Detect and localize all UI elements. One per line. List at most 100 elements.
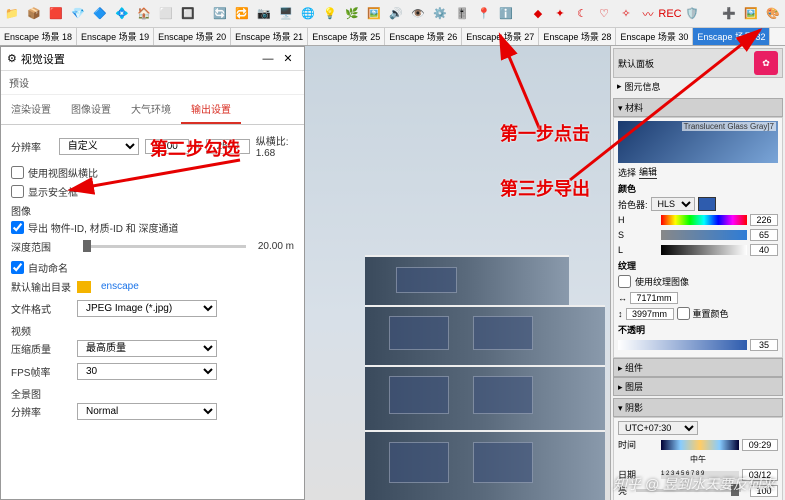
cb-safeframe[interactable]: [11, 185, 24, 198]
compress-label: 压缩质量: [11, 341, 71, 356]
resolution-label: 分辨率: [11, 139, 53, 154]
timezone-select[interactable]: UTC+07:30: [618, 421, 698, 435]
toolbar-icon[interactable]: ℹ️: [496, 4, 516, 24]
shadow-section-title[interactable]: ▾ 阴影: [613, 398, 783, 417]
panel-titlebar: ⚙ 视觉设置 — ✕: [1, 47, 304, 71]
scene-tab[interactable]: Enscape 场景 20: [154, 28, 231, 45]
toolbar-icon[interactable]: 💎: [68, 4, 88, 24]
cb-export-ids[interactable]: [11, 221, 24, 234]
toolbar-icon[interactable]: 🔊: [386, 4, 406, 24]
scene-tab[interactable]: Enscape 场景 26: [385, 28, 462, 45]
scene-tab[interactable]: Enscape 场景 19: [77, 28, 154, 45]
texture-section: 纹理: [618, 259, 778, 272]
toolbar-icon[interactable]: ☾: [572, 4, 592, 24]
scene-tab[interactable]: Enscape 场景 30: [616, 28, 693, 45]
toolbar-icon[interactable]: 🎚️: [452, 4, 472, 24]
resolution-mode-select[interactable]: 自定义: [59, 138, 139, 155]
toolbar-icon[interactable]: 🌐: [298, 4, 318, 24]
toolbar-icon[interactable]: 📍: [474, 4, 494, 24]
time-slider[interactable]: [661, 440, 739, 450]
time-input[interactable]: [742, 439, 778, 451]
tray-header: 默认面板 ✿: [613, 48, 783, 78]
depth-value: 20.00 m: [258, 241, 294, 252]
folder-icon[interactable]: [77, 281, 91, 293]
toolbar-icon[interactable]: 🟥: [46, 4, 66, 24]
cb-use-texture[interactable]: [618, 275, 631, 288]
toolbar-icon[interactable]: ➕: [719, 4, 739, 24]
edit-tab[interactable]: 编辑: [639, 165, 657, 179]
opacity-input[interactable]: [750, 339, 778, 351]
toolbar-icon[interactable]: 🏠: [134, 4, 154, 24]
opacity-slider[interactable]: [618, 340, 747, 350]
s-input[interactable]: [750, 229, 778, 241]
lig-slider[interactable]: [661, 245, 747, 255]
toolbar-icon[interactable]: 📷: [254, 4, 274, 24]
preset-label: 预设: [1, 71, 304, 95]
toolbar-icon[interactable]: ⬜: [156, 4, 176, 24]
cb-viewport-ratio[interactable]: [11, 166, 24, 179]
component-section[interactable]: ▸ 组件: [613, 358, 783, 377]
toolbar-icon[interactable]: REC: [660, 4, 680, 24]
cb-autoname[interactable]: [11, 261, 24, 274]
material-preview[interactable]: Translucent Glass Gray]7: [618, 121, 778, 163]
select-tab[interactable]: 选择: [618, 166, 636, 179]
material-section-title[interactable]: ▾ 材料: [613, 98, 783, 117]
3d-viewport[interactable]: [305, 46, 610, 500]
minimize-button[interactable]: —: [258, 53, 278, 65]
export-icon[interactable]: 🖼️: [741, 4, 761, 24]
panel-title: 视觉设置: [21, 51, 65, 67]
toolbar-icon[interactable]: ⚙️: [430, 4, 450, 24]
picker-mode[interactable]: HLS: [651, 197, 695, 211]
tex-w[interactable]: [630, 292, 678, 304]
watermark: 知乎 @ 昱到水天要反何来: [613, 474, 775, 494]
toolbar-icon[interactable]: ◆: [528, 4, 548, 24]
toolbar-icon[interactable]: 📦: [24, 4, 44, 24]
toolbar-icon[interactable]: 🎨: [763, 4, 783, 24]
toolbar-icon[interactable]: 💡: [320, 4, 340, 24]
toolbar-icon[interactable]: ♡: [594, 4, 614, 24]
toolbar-icon[interactable]: ✦: [550, 4, 570, 24]
depth-slider[interactable]: [83, 245, 246, 248]
sat-slider[interactable]: [661, 230, 747, 240]
hue-slider[interactable]: [661, 215, 747, 225]
toolbar-icon[interactable]: 〰: [638, 4, 658, 24]
toolbar-icon[interactable]: 🖼️: [364, 4, 384, 24]
fps-select[interactable]: 30: [77, 363, 217, 380]
toolbar-icon[interactable]: 🔁: [232, 4, 252, 24]
scene-tab[interactable]: Enscape 场景 27: [462, 28, 539, 45]
compress-select[interactable]: 最高质量: [77, 340, 217, 357]
toolbar-icon[interactable]: 🔄: [210, 4, 230, 24]
toolbar-icon[interactable]: 🌿: [342, 4, 362, 24]
toolbar-icon[interactable]: 🛡️: [682, 4, 702, 24]
l-input[interactable]: [750, 244, 778, 256]
layer-section[interactable]: ▸ 图层: [613, 377, 783, 396]
scene-tab[interactable]: Enscape 场景 18: [0, 28, 77, 45]
scene-tab[interactable]: Enscape 场景 28: [539, 28, 616, 45]
color-swatch[interactable]: [698, 197, 716, 211]
toolbar-icon[interactable]: 📁: [2, 4, 22, 24]
close-button[interactable]: ✕: [278, 52, 298, 65]
scene-tab[interactable]: Enscape 场景 21: [231, 28, 308, 45]
toolbar-icon[interactable]: 🔷: [90, 4, 110, 24]
format-select[interactable]: JPEG Image (*.jpg): [77, 300, 217, 317]
tab-image[interactable]: 图像设置: [61, 95, 121, 124]
width-input[interactable]: [145, 139, 189, 154]
ratio-label: 纵横比: 1.68: [256, 133, 294, 159]
tex-h[interactable]: [626, 308, 674, 320]
tab-atmosphere[interactable]: 大气环境: [121, 95, 181, 124]
height-input[interactable]: [206, 139, 250, 154]
cb-reset-color[interactable]: [677, 307, 690, 320]
pano-res-select[interactable]: Normal: [77, 403, 217, 420]
toolbar-icon[interactable]: 🖥️: [276, 4, 296, 24]
toolbar-icon[interactable]: 💠: [112, 4, 132, 24]
scene-tab-active[interactable]: Enscape 场景 32: [693, 28, 770, 45]
tab-render[interactable]: 渲染设置: [1, 95, 61, 124]
toolbar-icon[interactable]: 🔲: [178, 4, 198, 24]
scene-tab[interactable]: Enscape 场景 25: [308, 28, 385, 45]
fps-label: FPS帧率: [11, 364, 71, 379]
output-dir-value[interactable]: enscape: [101, 281, 139, 292]
toolbar-icon[interactable]: 👁️: [408, 4, 428, 24]
h-input[interactable]: [750, 214, 778, 226]
tab-output[interactable]: 输出设置: [181, 95, 241, 124]
toolbar-icon[interactable]: ✧: [616, 4, 636, 24]
